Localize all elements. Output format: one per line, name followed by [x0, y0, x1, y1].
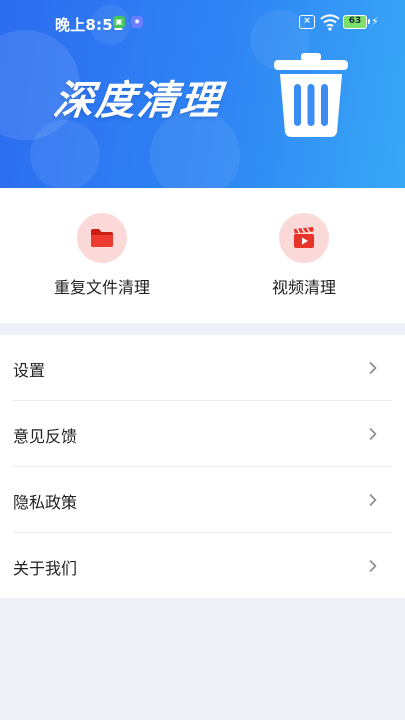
chevron-right-icon: [369, 427, 377, 441]
shortcut-icon-circle: [279, 213, 329, 263]
video-clean-button[interactable]: 视频清理: [224, 188, 384, 323]
page-title: 深度清理: [51, 78, 224, 124]
shortcut-icon-circle: [77, 213, 127, 263]
battery-icon: 63: [343, 15, 370, 29]
video-clapper-icon: [294, 227, 314, 248]
decor-bubble: [30, 120, 100, 188]
shortcut-label: 视频清理: [271, 278, 336, 297]
wifi-icon: [320, 14, 340, 31]
duplicate-file-clean-button[interactable]: 重复文件清理: [22, 188, 182, 323]
chevron-right-icon: [369, 493, 377, 507]
charging-bolt-icon: ⚡: [371, 15, 379, 28]
folder-icon: [91, 229, 113, 247]
app-notification-icon: ◉: [131, 16, 143, 28]
menu-item-label: 意见反馈: [13, 427, 78, 446]
menu-item-label: 设置: [13, 361, 46, 380]
menu-item-about-us[interactable]: 关于我们: [0, 533, 405, 599]
header-banner: 晚上8:51 ▣ ◉ × 63 ⚡ 深度清理: [0, 0, 405, 188]
menu-item-privacy-policy[interactable]: 隐私政策: [0, 467, 405, 533]
app-notification-icon: ▣: [113, 16, 125, 28]
shortcut-label: 重复文件清理: [53, 278, 150, 297]
shortcut-panel: 重复文件清理 视频清理: [0, 188, 405, 323]
menu-item-label: 隐私政策: [13, 493, 78, 512]
trash-can-icon: [274, 53, 348, 137]
status-bar: 晚上8:51 ▣ ◉ × 63 ⚡: [0, 0, 405, 46]
menu-item-label: 关于我们: [13, 559, 78, 578]
settings-menu: 设置 意见反馈 隐私政策 关于我们: [0, 335, 405, 598]
chevron-right-icon: [369, 361, 377, 375]
menu-item-settings[interactable]: 设置: [0, 335, 405, 401]
sim-off-icon: ×: [299, 15, 315, 29]
menu-item-feedback[interactable]: 意见反馈: [0, 401, 405, 467]
chevron-right-icon: [369, 559, 377, 573]
